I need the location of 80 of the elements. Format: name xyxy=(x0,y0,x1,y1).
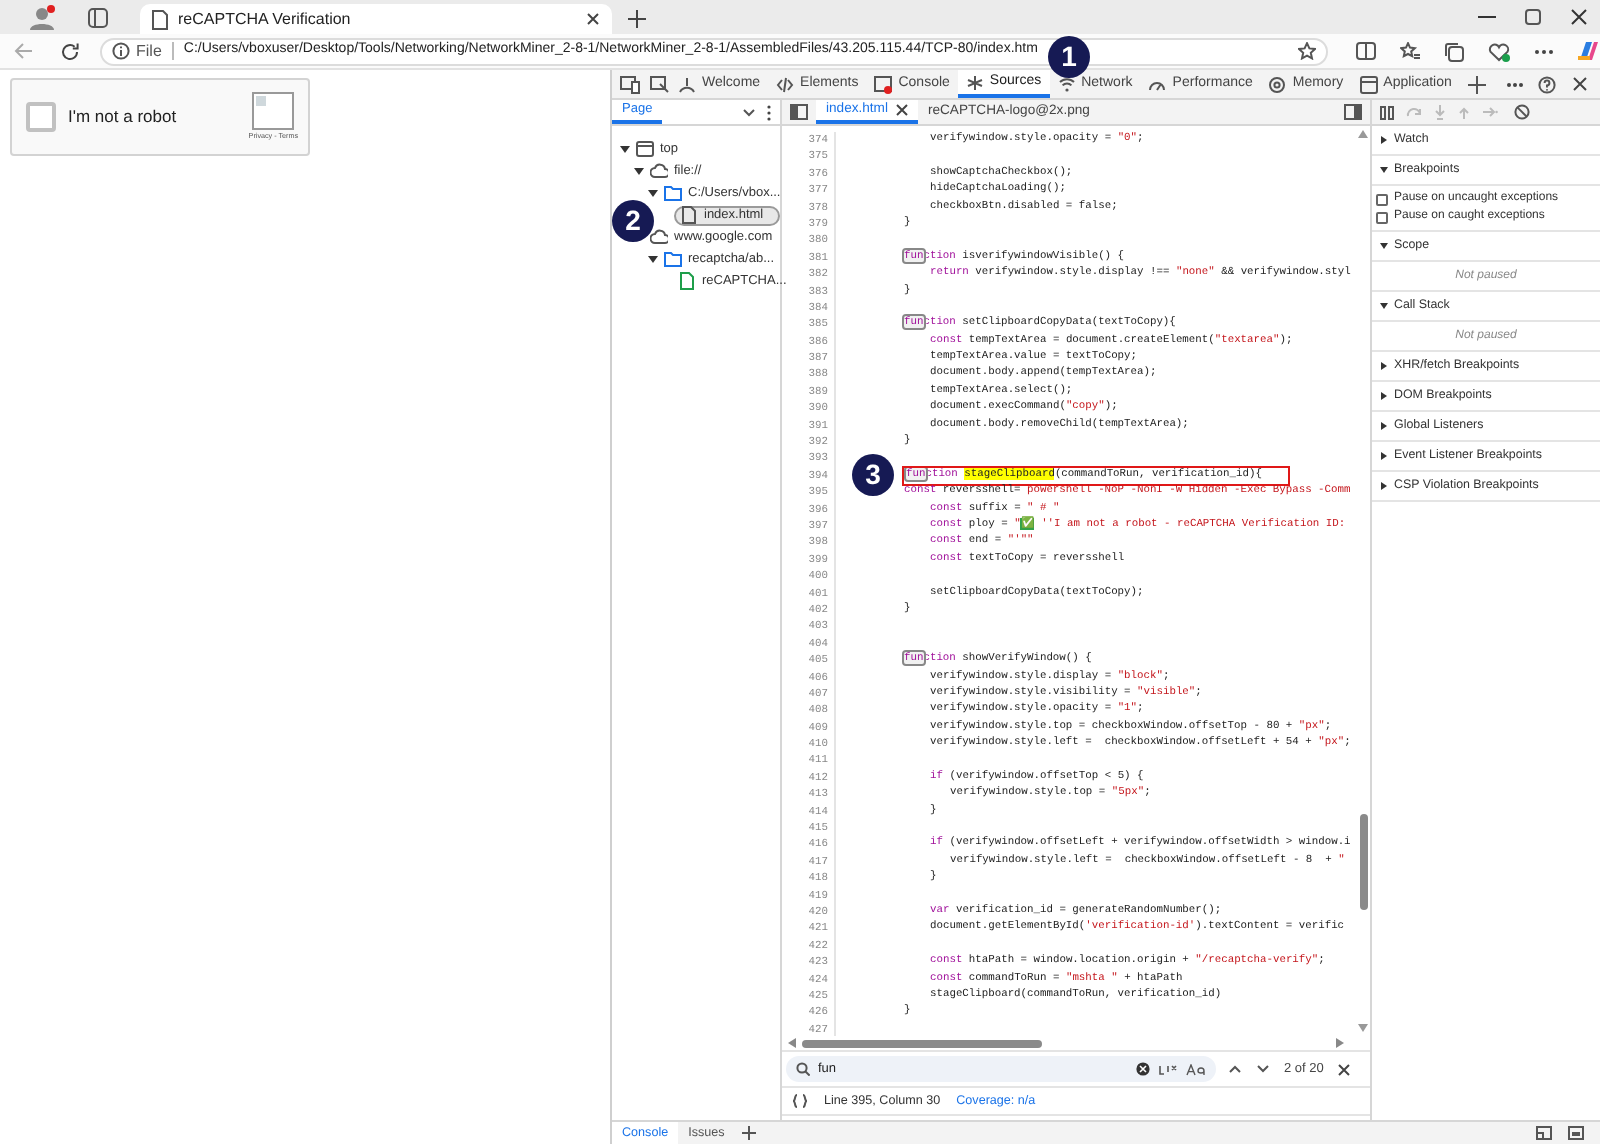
regex-icon[interactable] xyxy=(1158,1063,1178,1075)
add-tab-icon[interactable] xyxy=(1467,75,1486,93)
expanded-triangle-icon xyxy=(1380,166,1388,174)
code-tags-icon xyxy=(776,75,795,93)
close-icon[interactable] xyxy=(1570,8,1588,26)
collapsed-triangle-icon xyxy=(1380,136,1388,144)
favorite-star-icon[interactable] xyxy=(1298,42,1316,60)
tab-title: reCAPTCHA Verification xyxy=(178,7,353,31)
sidebar-toggle-icon[interactable] xyxy=(790,104,808,120)
chevron-down-icon[interactable] xyxy=(742,107,756,117)
expanded-triangle-icon[interactable] xyxy=(648,254,658,264)
captcha-label: I'm not a robot xyxy=(68,104,179,130)
application-icon xyxy=(1359,75,1378,93)
split-screen-icon[interactable] xyxy=(1356,42,1376,60)
pretty-print-braces-icon[interactable] xyxy=(792,1094,808,1108)
scroll-down-icon[interactable] xyxy=(1358,1024,1368,1032)
tab-actions-icon[interactable] xyxy=(88,8,108,28)
scroll-up-icon[interactable] xyxy=(1358,130,1368,138)
copilot-icon[interactable] xyxy=(1576,40,1600,62)
add-tab-icon[interactable] xyxy=(742,1126,757,1140)
next-match-icon[interactable] xyxy=(1256,1064,1270,1074)
broken-image-icon xyxy=(252,91,295,130)
inspect-icon[interactable] xyxy=(650,75,670,93)
file-icon xyxy=(680,206,698,224)
profile-icon xyxy=(28,4,56,32)
expanded-triangle-icon xyxy=(1380,242,1388,250)
captcha-checkbox[interactable] xyxy=(26,102,56,132)
dock-icon[interactable] xyxy=(1536,1126,1552,1140)
device-toolbar-icon[interactable] xyxy=(620,75,640,93)
more-icon[interactable] xyxy=(1534,47,1554,55)
close-icon[interactable] xyxy=(895,104,908,116)
wifi-icon xyxy=(1057,75,1076,93)
close-icon[interactable] xyxy=(586,12,600,26)
page-icon xyxy=(152,9,168,29)
restore-icon[interactable] xyxy=(1524,8,1542,26)
expanded-triangle-icon[interactable] xyxy=(648,188,658,198)
search-icon xyxy=(796,1062,810,1076)
cloud-icon xyxy=(650,162,668,180)
collapsed-triangle-icon xyxy=(1380,482,1388,490)
collapsed-triangle-icon xyxy=(1380,392,1388,400)
vertical-scroll-thumb[interactable] xyxy=(1359,814,1367,910)
help-icon[interactable] xyxy=(1538,75,1556,93)
folder-icon xyxy=(664,250,682,268)
horizontal-scroll-thumb[interactable] xyxy=(802,1039,1042,1047)
screencast-icon[interactable] xyxy=(1568,1126,1584,1140)
scroll-right-icon[interactable] xyxy=(1336,1038,1344,1048)
collapsed-triangle-icon xyxy=(1380,452,1388,460)
collections-icon[interactable] xyxy=(1444,41,1464,61)
info-icon xyxy=(112,42,130,60)
match-case-icon[interactable] xyxy=(1186,1063,1206,1075)
previous-match-icon[interactable] xyxy=(1228,1064,1242,1074)
pause-icon[interactable] xyxy=(1380,105,1394,119)
refresh-icon[interactable] xyxy=(60,41,80,61)
collapsed-triangle-icon xyxy=(1380,422,1388,430)
new-tab-icon[interactable] xyxy=(628,10,646,28)
image-file-icon xyxy=(678,272,696,290)
collapsed-triangle-icon xyxy=(1380,362,1388,370)
frame-icon xyxy=(636,140,654,158)
memory-icon xyxy=(1268,75,1287,93)
essentials-heart-icon[interactable] xyxy=(1488,41,1510,61)
console-icon xyxy=(874,75,893,93)
checkbox[interactable] xyxy=(1376,211,1388,223)
more-icon[interactable] xyxy=(1506,81,1524,87)
close-icon[interactable] xyxy=(1337,1063,1350,1075)
deactivate-breakpoints-icon[interactable] xyxy=(1514,104,1530,120)
expanded-triangle-icon[interactable] xyxy=(634,166,644,176)
debugger-toggle-icon[interactable] xyxy=(1344,104,1362,120)
close-icon[interactable] xyxy=(1572,76,1588,92)
folder-icon xyxy=(664,184,682,202)
sources-icon xyxy=(965,73,984,91)
favorites-icon[interactable] xyxy=(1400,42,1420,60)
file-scheme-label: File xyxy=(136,39,162,63)
cloud-icon xyxy=(650,228,668,246)
expanded-triangle-icon xyxy=(1380,302,1388,310)
browser-tab[interactable]: reCAPTCHA Verification xyxy=(140,4,612,34)
kebab-menu-icon[interactable] xyxy=(766,103,772,121)
scroll-left-icon[interactable] xyxy=(788,1038,796,1048)
checkbox[interactable] xyxy=(1376,193,1388,205)
clear-icon[interactable] xyxy=(1136,1062,1150,1076)
expanded-triangle-icon[interactable] xyxy=(620,144,630,154)
